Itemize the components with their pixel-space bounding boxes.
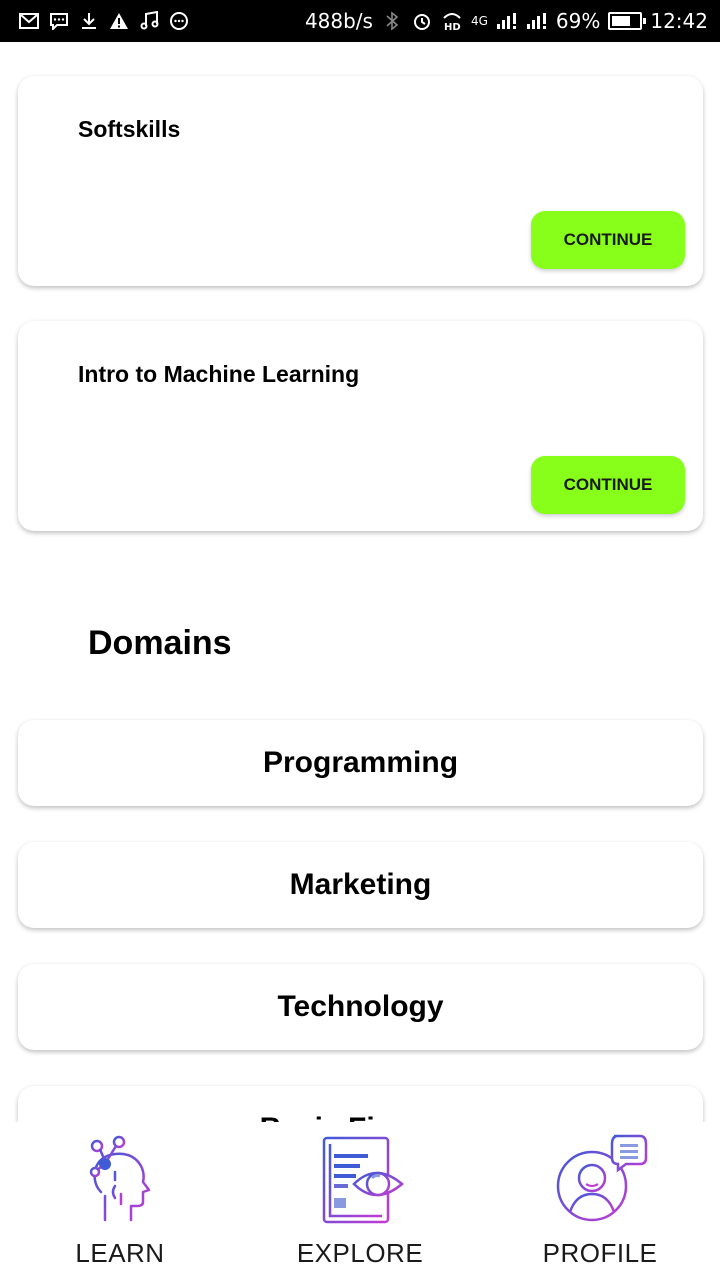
signal-icon [496, 10, 518, 32]
course-card[interactable]: Softskills CONTINUE [18, 76, 703, 286]
music-icon [138, 10, 160, 32]
course-card[interactable]: Intro to Machine Learning CONTINUE [18, 321, 703, 531]
alarm-icon [411, 10, 433, 32]
domain-card-marketing[interactable]: Marketing [18, 842, 703, 928]
course-title: Intro to Machine Learning [78, 361, 360, 387]
download-icon [78, 10, 100, 32]
main-content[interactable]: Softskills CONTINUE Intro to Machine Lea… [0, 42, 720, 1122]
status-left [18, 10, 190, 32]
message-icon [48, 10, 70, 32]
warning-icon [108, 10, 130, 32]
battery-level [612, 16, 631, 26]
hd-icon: HD [441, 10, 463, 32]
continue-button[interactable]: CONTINUE [531, 211, 685, 269]
nav-label-learn: LEARN [75, 1238, 165, 1268]
nav-item-profile[interactable]: PROFILE [480, 1122, 720, 1280]
battery-percent: 69% [555, 9, 601, 33]
network-speed: 488b/s [304, 9, 373, 33]
nav-label-profile: PROFILE [542, 1238, 658, 1268]
signal-icon [526, 10, 548, 32]
status-bar: 488b/s HD 4G 69% 12:42 [0, 0, 720, 42]
continue-button[interactable]: CONTINUE [531, 456, 685, 514]
svg-text:HD: HD [444, 22, 461, 31]
learn-head-icon [70, 1132, 170, 1224]
nav-item-learn[interactable]: LEARN [0, 1122, 240, 1280]
domain-card-programming[interactable]: Programming [18, 720, 703, 806]
battery-icon [608, 12, 647, 30]
network-type: 4G [470, 14, 488, 28]
gmail-icon [18, 10, 40, 32]
clock: 12:42 [650, 9, 708, 33]
profile-avatar-icon [550, 1132, 650, 1224]
bluetooth-icon [381, 10, 403, 32]
domain-card-basic-finance[interactable]: Basic Finance [18, 1086, 703, 1122]
course-title: Softskills [78, 116, 181, 142]
more-icon [168, 10, 190, 32]
nav-label-explore: EXPLORE [296, 1238, 424, 1268]
nav-item-explore[interactable]: EXPLORE [240, 1122, 480, 1280]
domains-title: Domains [88, 624, 232, 662]
domain-card-technology[interactable]: Technology [18, 964, 703, 1050]
bottom-nav: LEARN EXPLORE PROFILE [0, 1122, 720, 1280]
explore-book-eye-icon [310, 1132, 410, 1224]
status-right: 488b/s HD 4G 69% 12:42 [305, 9, 708, 33]
